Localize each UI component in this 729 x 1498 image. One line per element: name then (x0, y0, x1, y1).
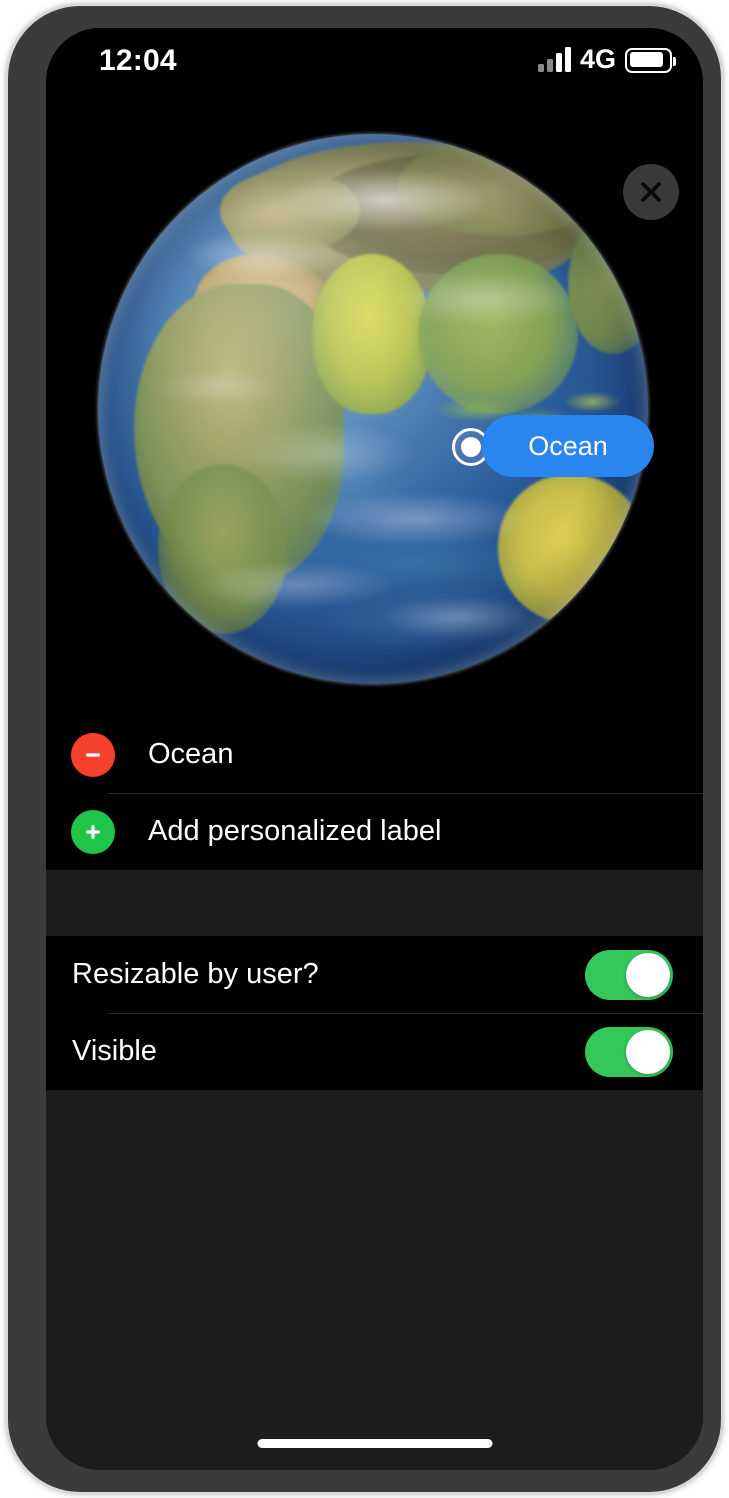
battery-fill (629, 52, 663, 67)
add-circle-icon[interactable] (71, 809, 115, 854)
toggle-knob (626, 1029, 670, 1074)
status-bar-network-label: 4G (579, 44, 616, 74)
phone-device-frame: 12:04 4G Ocean Ocean Add personalized la… (8, 6, 721, 1492)
signal-bars-icon (537, 47, 571, 72)
list-item-label: Add personalized label (148, 815, 442, 847)
visible-toggle[interactable] (585, 1026, 673, 1077)
setting-label: Resizable by user? (72, 958, 319, 990)
minus-glyph (86, 752, 100, 757)
close-x-icon (641, 182, 661, 202)
battery-icon (625, 47, 676, 73)
home-indicator[interactable] (257, 1439, 492, 1448)
phone-screen: 12:04 4G Ocean Ocean Add personalized la… (46, 28, 703, 1470)
status-bar-indicators: 4G (537, 44, 676, 74)
settings-list-group: Resizable by user? Visible (46, 936, 703, 1090)
setting-row-resizable[interactable]: Resizable by user? (46, 936, 703, 1013)
setting-label: Visible (72, 1035, 157, 1067)
plus-glyph (86, 824, 100, 839)
map-marker-label-text: Ocean (528, 430, 608, 461)
empty-content-area (46, 1090, 703, 1470)
globe-atmosphere-rim (98, 134, 648, 684)
setting-row-visible[interactable]: Visible (46, 1013, 703, 1090)
status-bar-time: 12:04 (99, 44, 177, 77)
earth-globe[interactable] (98, 134, 648, 684)
section-gap (46, 870, 703, 936)
list-item-add-label[interactable]: Add personalized label (46, 793, 703, 870)
list-item-label: Ocean (148, 738, 234, 770)
remove-circle-icon[interactable] (71, 732, 115, 777)
map-marker-label-ocean[interactable]: Ocean (482, 415, 654, 477)
list-item-ocean-label[interactable]: Ocean (46, 716, 703, 793)
toggle-knob (626, 952, 670, 997)
close-button[interactable] (623, 164, 679, 220)
resizable-toggle[interactable] (585, 949, 673, 1000)
labels-list-group: Ocean Add personalized label (46, 716, 703, 870)
status-bar: 12:04 4G (46, 28, 703, 98)
